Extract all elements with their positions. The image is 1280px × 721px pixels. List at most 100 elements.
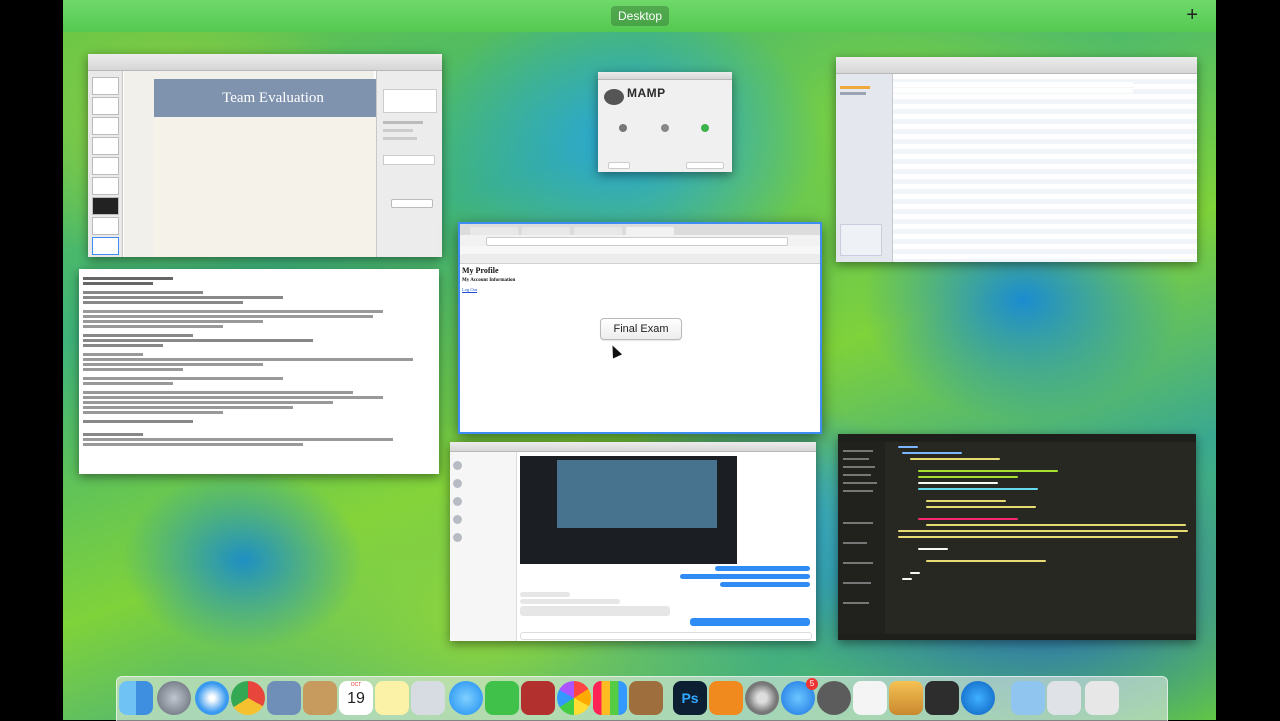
brackets-icon[interactable] (925, 681, 959, 715)
logout-link[interactable]: Log Out (462, 287, 477, 292)
code-line (926, 500, 1006, 502)
file-tree-item[interactable] (843, 562, 873, 564)
slide-thumbnail (92, 217, 119, 235)
preview-icon[interactable] (411, 681, 445, 715)
mamp-pro-button[interactable] (686, 162, 724, 169)
slide-thumbnail (92, 157, 119, 175)
code-line (898, 446, 918, 448)
slide-thumbnail (92, 137, 119, 155)
mail-stamp-icon[interactable] (267, 681, 301, 715)
chrome-window[interactable]: My Profile My Account Information Log Ou… (458, 222, 822, 434)
conversation-item[interactable] (453, 496, 513, 508)
shared-screenshot-image[interactable] (520, 456, 737, 564)
ibooks-icon[interactable] (709, 681, 743, 715)
power-icon (701, 124, 709, 132)
code-editor-window[interactable] (838, 434, 1196, 640)
downloads-folder-icon[interactable] (1011, 681, 1045, 715)
browser-tab[interactable] (470, 227, 518, 235)
mamp-app-name: MAMP (627, 86, 666, 100)
message-input[interactable] (520, 632, 812, 640)
avatar (453, 461, 462, 470)
bookmarks-bar (460, 246, 820, 254)
file-tree-item[interactable] (843, 466, 875, 468)
dock: OCT 19 Ps 5 (116, 676, 1168, 721)
code-line (926, 560, 1046, 562)
file-tree-item[interactable] (843, 474, 871, 476)
mamp-stop-servers-button[interactable] (686, 124, 724, 136)
notes-icon[interactable] (375, 681, 409, 715)
conversation-item[interactable] (453, 478, 513, 490)
file-tree-item[interactable] (843, 542, 867, 544)
mamp-icon[interactable] (817, 681, 851, 715)
photos-icon[interactable] (557, 681, 591, 715)
table-item[interactable] (840, 86, 870, 89)
app-store-icon[interactable]: 5 (781, 678, 818, 715)
code-line (902, 452, 962, 454)
browser-tab-active[interactable] (626, 227, 674, 235)
facetime-icon[interactable] (485, 681, 519, 715)
documents-stack-icon[interactable] (1047, 681, 1081, 715)
mamp-window[interactable]: MAMP (598, 72, 732, 172)
photo-booth-icon[interactable] (521, 681, 555, 715)
desktop-space-label[interactable]: Desktop (611, 6, 669, 26)
finder-icon[interactable] (119, 681, 153, 715)
calendar-icon[interactable]: OCT 19 (339, 681, 373, 715)
inspector-line (383, 121, 423, 124)
sequel-toolbar (836, 57, 1197, 74)
conversation-list (450, 452, 517, 641)
contacts-icon[interactable] (303, 681, 337, 715)
table-row[interactable] (893, 82, 1133, 98)
editor-status-bar (838, 634, 1196, 640)
mamp-quit-button[interactable] (608, 162, 630, 169)
file-tree-item[interactable] (843, 582, 871, 584)
system-preferences-icon[interactable] (745, 681, 779, 715)
file-tree-item[interactable] (843, 602, 869, 604)
slide-thumbnail (92, 197, 119, 215)
file-tree-item[interactable] (843, 522, 873, 524)
file-tree-item[interactable] (843, 458, 869, 460)
web-page: My Profile My Account Information Log Ou… (460, 264, 820, 432)
file-tree-item[interactable] (843, 482, 877, 484)
keynote-window[interactable]: Team Evaluation (88, 54, 442, 257)
sequel-pro-icon[interactable] (889, 681, 923, 715)
keynote-icon[interactable] (629, 681, 663, 715)
code-line (926, 524, 1186, 526)
final-exam-button[interactable]: Final Exam (600, 318, 682, 340)
conversation-item[interactable] (453, 532, 513, 544)
url-field[interactable] (486, 237, 788, 246)
code-line (918, 548, 948, 550)
avatar (453, 533, 462, 542)
code-line (918, 482, 998, 484)
browser-tab[interactable] (574, 227, 622, 235)
browser-tab[interactable] (522, 227, 570, 235)
conversation-item[interactable] (453, 514, 513, 526)
quicktime-icon[interactable] (961, 681, 995, 715)
code-line (918, 488, 1038, 490)
keynote-toolbar (88, 54, 442, 71)
safari-icon[interactable] (195, 681, 229, 715)
trash-icon[interactable] (1085, 681, 1119, 715)
sent-message-bubble (715, 566, 810, 571)
messages-icon[interactable] (449, 681, 483, 715)
mamp-webstart-button[interactable] (646, 124, 684, 136)
format-inspector (376, 71, 442, 257)
code-line (902, 578, 912, 580)
photoshop-icon[interactable]: Ps (673, 681, 707, 715)
chrome-icon[interactable] (231, 681, 265, 715)
mamp-preferences-button[interactable] (604, 124, 642, 136)
file-tree-item[interactable] (843, 490, 873, 492)
conversation-item[interactable] (453, 460, 513, 472)
slide-title: Team Evaluation (154, 79, 392, 117)
mamp-titlebar (598, 72, 732, 80)
launchpad-icon[interactable] (157, 681, 191, 715)
textedit-icon[interactable] (853, 681, 887, 715)
mission-control: Desktop + Team Evaluation MAMP My Profil… (63, 0, 1216, 720)
sequel-pro-window[interactable] (836, 57, 1197, 262)
save-password-infobar (460, 254, 820, 264)
add-space-button[interactable]: + (1186, 4, 1198, 26)
numbers-icon[interactable] (593, 681, 627, 715)
sql-notes-window[interactable] (79, 269, 439, 474)
file-tree-item[interactable] (843, 450, 873, 452)
messages-window[interactable] (450, 442, 816, 641)
table-item[interactable] (840, 92, 866, 95)
